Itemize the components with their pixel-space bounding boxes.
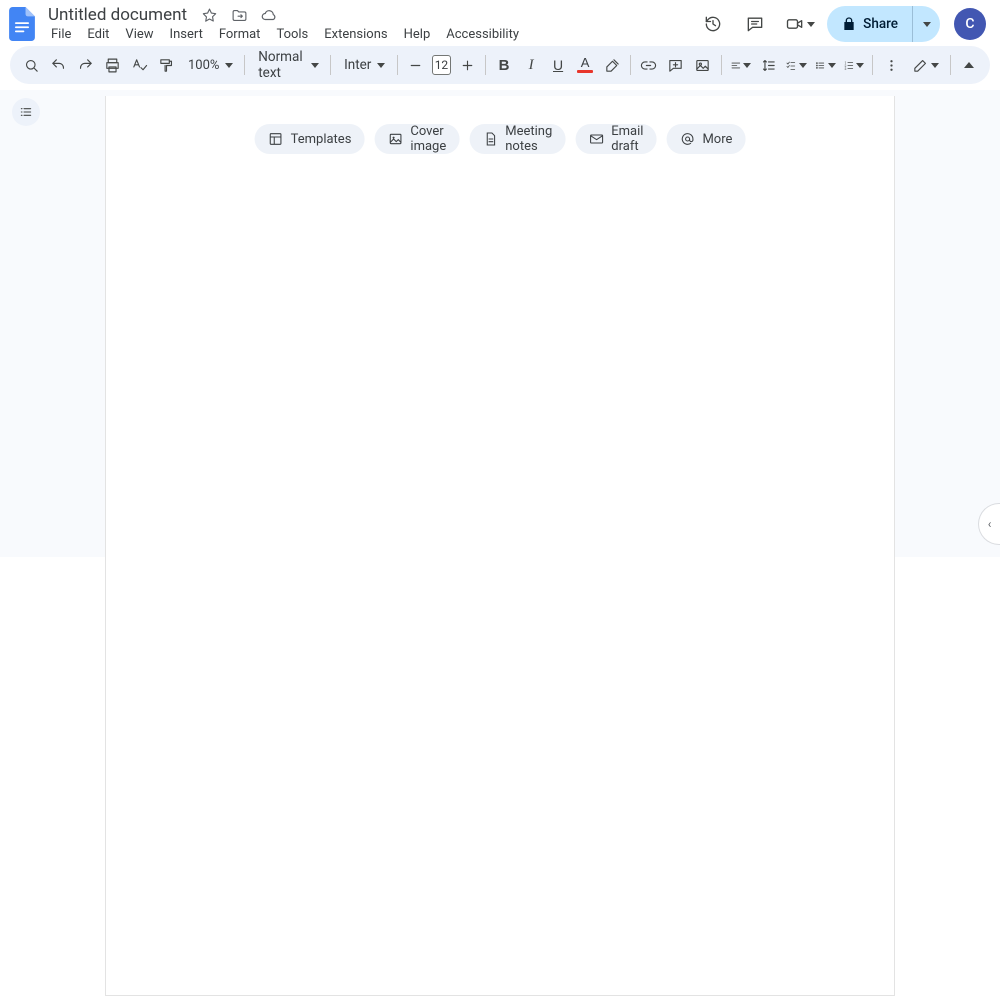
image-icon (387, 131, 403, 147)
redo-icon[interactable] (72, 52, 98, 78)
chevron-down-icon (311, 63, 319, 68)
italic-button[interactable]: I (518, 52, 544, 78)
separator (721, 55, 722, 75)
separator (950, 55, 951, 75)
print-icon[interactable] (99, 52, 125, 78)
side-panel-toggle-icon[interactable]: ‹ (978, 503, 1000, 545)
separator (872, 55, 873, 75)
menu-help[interactable]: Help (397, 25, 438, 44)
chip-label: Templates (291, 132, 352, 147)
chevron-down-icon (377, 63, 385, 68)
paragraph-style-value: Normal text (258, 49, 305, 81)
checklist-icon[interactable] (782, 52, 810, 78)
account-avatar[interactable]: C (954, 8, 986, 40)
chevron-down-icon (225, 63, 233, 68)
zoom-dropdown[interactable]: 100% (180, 52, 239, 78)
chip-email-draft[interactable]: Email draft (575, 124, 656, 154)
paragraph-style-dropdown[interactable]: Normal text (250, 52, 325, 78)
align-dropdown[interactable] (727, 52, 755, 78)
decrease-font-size[interactable] (403, 52, 429, 78)
separator (244, 55, 245, 75)
separator (485, 55, 486, 75)
separator (330, 55, 331, 75)
chip-more[interactable]: More (666, 124, 745, 154)
insert-image-icon[interactable] (690, 52, 716, 78)
undo-icon[interactable] (45, 52, 71, 78)
font-value: Inter (344, 57, 371, 73)
separator (630, 55, 631, 75)
toolbar: 100% Normal text Inter 12 B I U A (10, 46, 990, 84)
at-icon (679, 131, 695, 147)
chevron-down-icon (799, 63, 807, 68)
chip-label: More (702, 132, 732, 147)
bulleted-list-icon[interactable] (811, 52, 839, 78)
chip-label: Meeting notes (505, 124, 552, 154)
editing-mode-dropdown[interactable] (906, 52, 945, 78)
share-label: Share (863, 16, 898, 32)
document-title[interactable]: Untitled document (44, 5, 191, 25)
spellcheck-icon[interactable] (126, 52, 152, 78)
email-icon (588, 131, 604, 147)
separator (397, 55, 398, 75)
chevron-down-icon (828, 63, 836, 68)
zoom-value: 100% (188, 58, 219, 73)
chevron-down-icon (743, 63, 751, 68)
chip-cover-image[interactable]: Cover image (374, 124, 459, 154)
building-blocks-row: Templates Cover image Meeting notes Emai… (255, 124, 746, 154)
add-comment-icon[interactable] (663, 52, 689, 78)
underline-button[interactable]: U (545, 52, 571, 78)
menu-accessibility[interactable]: Accessibility (439, 25, 526, 44)
chip-meeting-notes[interactable]: Meeting notes (469, 124, 565, 154)
document-icon (482, 131, 498, 147)
templates-icon (268, 131, 284, 147)
chevron-down-icon (931, 63, 939, 68)
menu-bar: File Edit View Insert Format Tools Exten… (44, 24, 526, 44)
highlight-button[interactable] (599, 52, 625, 78)
increase-font-size[interactable] (454, 52, 480, 78)
menu-format[interactable]: Format (212, 25, 268, 44)
menu-tools[interactable]: Tools (269, 25, 315, 44)
chip-templates[interactable]: Templates (255, 124, 365, 154)
comments-icon[interactable] (737, 6, 773, 42)
line-spacing-icon[interactable] (755, 52, 781, 78)
text-color-button[interactable]: A (572, 52, 598, 78)
document-page[interactable]: Templates Cover image Meeting notes Emai… (105, 96, 895, 996)
share-dropdown[interactable] (912, 6, 940, 42)
outline-toggle-icon[interactable] (12, 98, 40, 126)
menu-insert[interactable]: Insert (163, 25, 210, 44)
collapse-toolbar-icon[interactable] (956, 52, 982, 78)
search-menus-icon[interactable] (18, 52, 44, 78)
chip-label: Email draft (611, 124, 643, 154)
paint-format-icon[interactable] (153, 52, 179, 78)
font-size-input[interactable]: 12 (432, 55, 452, 75)
more-tools-icon[interactable] (878, 52, 904, 78)
chip-label: Cover image (410, 124, 446, 154)
menu-file[interactable]: File (44, 25, 78, 44)
chevron-down-icon (807, 22, 815, 27)
chevron-down-icon (856, 63, 864, 68)
chevron-down-icon (923, 22, 931, 27)
docs-logo[interactable] (8, 6, 36, 42)
meet-button[interactable] (779, 6, 821, 42)
menu-extensions[interactable]: Extensions (317, 25, 394, 44)
menu-view[interactable]: View (118, 25, 160, 44)
share-button[interactable]: Share (827, 6, 940, 42)
bold-button[interactable]: B (491, 52, 517, 78)
insert-link-icon[interactable] (636, 52, 662, 78)
history-icon[interactable] (695, 6, 731, 42)
numbered-list-icon[interactable]: 123 (840, 52, 868, 78)
svg-text:3: 3 (844, 66, 846, 70)
font-dropdown[interactable]: Inter (336, 52, 392, 78)
menu-edit[interactable]: Edit (80, 25, 116, 44)
